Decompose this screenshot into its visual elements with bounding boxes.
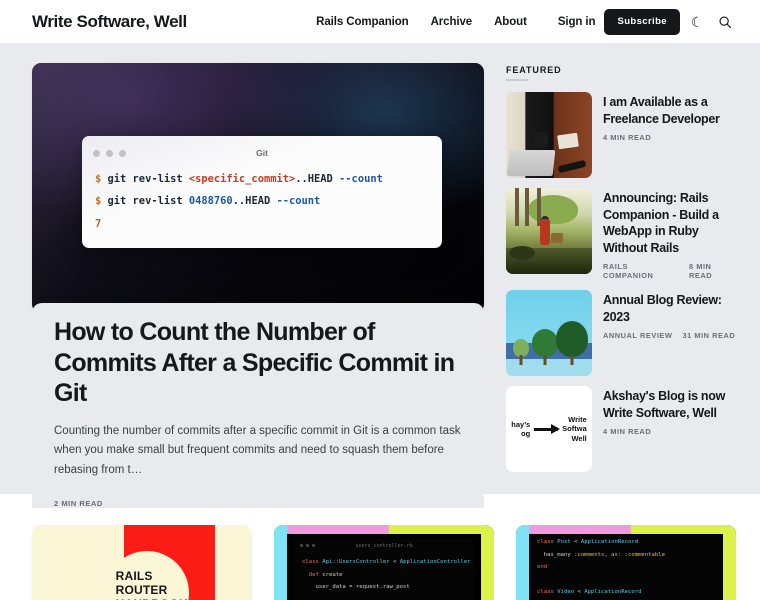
- card-cover-title: RAILS ROUTER HANDBOOK: [116, 569, 188, 600]
- code-window-titlebar: users_controller.rb: [294, 539, 474, 552]
- featured-item-tag[interactable]: RAILS COMPANION: [603, 262, 679, 280]
- nav-item-archive[interactable]: Archive: [420, 16, 484, 28]
- code-window: class Post < ApplicationRecord has_many …: [529, 534, 723, 600]
- subscribe-button[interactable]: Subscribe: [604, 8, 680, 35]
- featured-article-image: Git $ git rev-list <specific_commit>..HE…: [32, 63, 484, 313]
- featured-item-read-time: 4 MIN READ: [603, 427, 652, 436]
- featured-article-body: How to Count the Number of Commits After…: [32, 303, 484, 508]
- featured-heading-rule: [506, 79, 528, 81]
- code-block: class Api::UsersController < Application…: [302, 559, 471, 591]
- terminal-titlebar: Git: [82, 145, 442, 161]
- terminal-commit-hash: 0488760: [188, 195, 233, 208]
- terminal-flag: --count: [339, 173, 383, 185]
- terminal-command: git rev-list: [107, 195, 183, 208]
- featured-item-read-time: 4 MIN READ: [603, 133, 652, 142]
- terminal-prompt: $: [95, 195, 102, 208]
- featured-item-meta: 4 MIN READ: [603, 133, 736, 142]
- search-icon: [719, 15, 732, 28]
- code-window-title: users_controller.rb: [355, 542, 413, 549]
- terminal-line-1: $ git rev-list <specific_commit>..HEAD -…: [95, 168, 429, 190]
- featured-article-title[interactable]: How to Count the Number of Commits After…: [54, 317, 462, 409]
- primary-navigation: Rails Companion Archive About Sign in Su…: [305, 8, 736, 35]
- terminal-command: git rev-list: [107, 173, 183, 185]
- featured-item-meta: 4 MIN READ: [603, 427, 736, 436]
- cover-title-line-2: ROUTER: [115, 583, 168, 598]
- hero-section: Git $ git rev-list <specific_commit>..HE…: [0, 43, 760, 508]
- cover-title-line-1: RAILS: [115, 569, 153, 583]
- code-window: users_controller.rb class Api::UsersCont…: [294, 539, 474, 600]
- featured-article-card[interactable]: Git $ git rev-list <specific_commit>..HE…: [32, 63, 484, 508]
- featured-item-thumbnail: [506, 188, 592, 274]
- recent-posts-strip: RAILS ROUTER HANDBOOK users_controller.r…: [0, 494, 760, 600]
- featured-heading: FEATURED: [506, 65, 562, 75]
- featured-item-tag[interactable]: ANNUAL REVIEW: [603, 331, 672, 340]
- terminal-flag: --count: [276, 195, 321, 208]
- card-stripe-top: [529, 525, 723, 534]
- card-stripe-left: [516, 525, 529, 600]
- featured-item-title[interactable]: Annual Blog Review: 2023: [603, 292, 736, 325]
- terminal-title: Git: [256, 148, 268, 158]
- window-dot-maximize-icon: [119, 149, 126, 157]
- terminal-prompt: $: [95, 173, 102, 185]
- sign-in-link[interactable]: Sign in: [538, 16, 605, 28]
- post-card-users-controller[interactable]: users_controller.rb class Api::UsersCont…: [274, 525, 494, 600]
- featured-list-item[interactable]: Announcing: Rails Companion - Build a We…: [506, 188, 736, 280]
- featured-list-item[interactable]: Annual Blog Review: 2023 ANNUAL REVIEW 3…: [506, 290, 736, 376]
- featured-item-thumbnail: hay’s og Write Softwa Well: [506, 386, 592, 472]
- site-header: Write Software, Well Rails Companion Arc…: [0, 0, 760, 43]
- window-dots: [93, 149, 126, 157]
- theme-toggle-button[interactable]: ☾: [686, 11, 708, 33]
- featured-item-meta: ANNUAL REVIEW 31 MIN READ: [603, 331, 736, 340]
- window-dot-minimize-icon: [106, 149, 113, 157]
- terminal-argument: <specific_commit>: [188, 173, 296, 185]
- featured-sidebar: FEATURED I am Available as a Freelance D…: [506, 63, 736, 508]
- featured-list-item[interactable]: hay’s og Write Softwa Well Akshay's Blog is…: [506, 386, 736, 472]
- post-card-polymorphic-associations[interactable]: class Post < ApplicationRecord has_many …: [516, 525, 736, 600]
- search-button[interactable]: [714, 11, 736, 33]
- nav-item-about[interactable]: About: [483, 16, 538, 28]
- featured-article-read-time: 2 MIN READ: [54, 498, 103, 508]
- code-block: class Post < ApplicationRecord has_many …: [537, 539, 666, 596]
- terminal-output: 7: [95, 217, 102, 230]
- terminal-line-2: $ git rev-list 0488760..HEAD --count: [95, 190, 429, 212]
- featured-item-title[interactable]: Akshay's Blog is now Write Software, Wel…: [603, 388, 736, 421]
- window-dot-close-icon: [93, 149, 100, 157]
- card-stripe-right: [723, 525, 736, 600]
- featured-item-meta: RAILS COMPANION 8 MIN READ: [603, 262, 736, 280]
- featured-item-read-time: 8 MIN READ: [688, 262, 713, 280]
- featured-item-title[interactable]: Announcing: Rails Companion - Build a We…: [603, 190, 736, 256]
- post-card-rails-router-handbook[interactable]: RAILS ROUTER HANDBOOK: [32, 525, 252, 600]
- featured-item-title[interactable]: I am Available as a Freelance Developer: [603, 94, 736, 127]
- terminal-window-graphic: Git $ git rev-list <specific_commit>..HE…: [82, 136, 442, 249]
- nav-item-rails-companion[interactable]: Rails Companion: [305, 16, 419, 28]
- card-stripe-right: [481, 525, 494, 600]
- featured-article-excerpt: Counting the number of commits after a s…: [54, 424, 461, 477]
- terminal-range: ..HEAD: [295, 173, 333, 185]
- card-stripe-left: [274, 525, 287, 600]
- terminal-range: ..HEAD: [232, 195, 271, 208]
- site-brand[interactable]: Write Software, Well: [32, 12, 187, 32]
- featured-list-item[interactable]: I am Available as a Freelance Developer …: [506, 92, 736, 178]
- card-stripe-top: [287, 525, 481, 534]
- featured-item-read-time: 31 MIN READ: [682, 331, 736, 340]
- moon-icon: ☾: [690, 13, 704, 30]
- terminal-content: $ git rev-list <specific_commit>..HEAD -…: [82, 161, 442, 235]
- featured-item-thumbnail: [506, 92, 592, 178]
- featured-item-thumbnail: [506, 290, 592, 376]
- arrow-right-icon: [534, 423, 561, 434]
